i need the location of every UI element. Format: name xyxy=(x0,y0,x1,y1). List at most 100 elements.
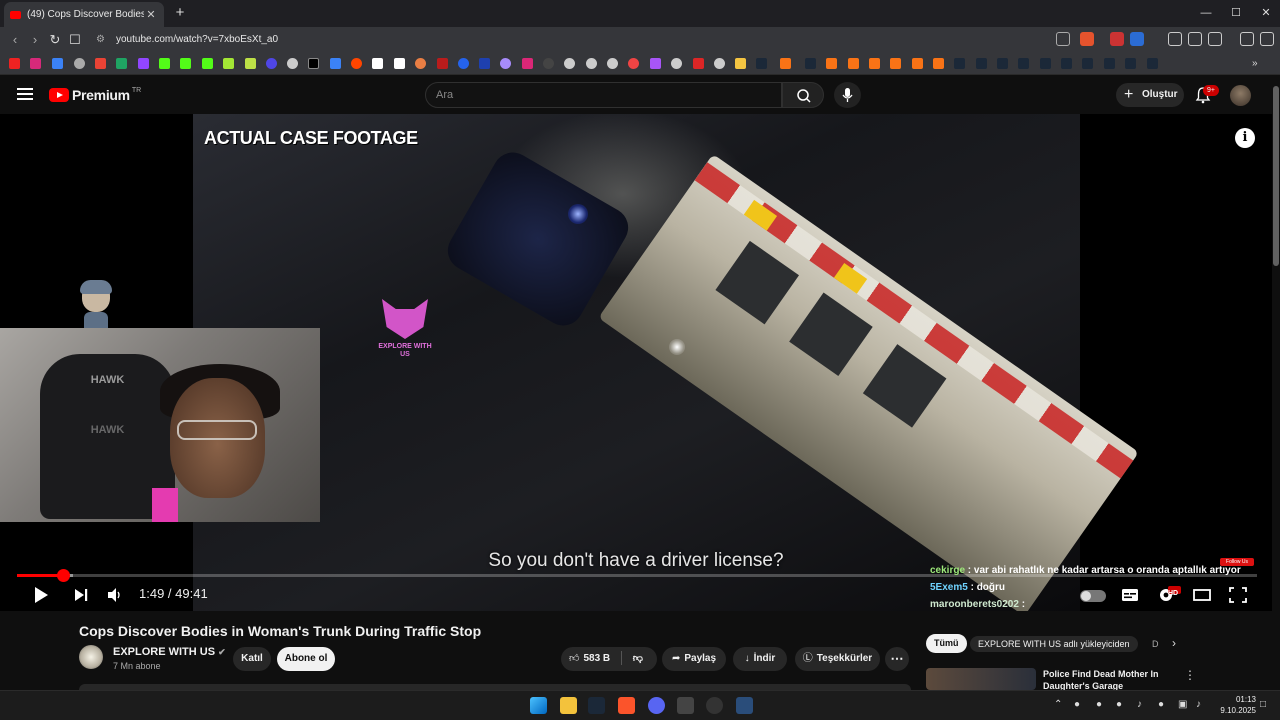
bookmark-steam-icon[interactable] xyxy=(1040,58,1051,69)
subscribe-button[interactable]: Abone ol xyxy=(277,647,335,671)
bookmark-icon[interactable] xyxy=(714,58,725,69)
forward-icon[interactable]: › xyxy=(26,31,44,49)
chat-username[interactable]: cekirge xyxy=(930,565,965,576)
bookmark-steam-icon[interactable] xyxy=(976,58,987,69)
bookmark-icon[interactable] xyxy=(848,58,859,69)
tray-icon[interactable]: ● xyxy=(1096,699,1102,710)
bookmark-folder-icon[interactable] xyxy=(735,58,746,69)
play-icon[interactable] xyxy=(32,584,50,606)
thanks-button[interactable]: Ⓛ Teşekkürler xyxy=(795,647,880,671)
brave-browser-icon[interactable] xyxy=(618,697,635,714)
bookmark-icon[interactable] xyxy=(74,58,85,69)
bookmark-icon[interactable] xyxy=(372,58,383,69)
bookmark-icon[interactable] xyxy=(780,58,791,69)
media-icon[interactable] xyxy=(1240,32,1254,46)
maximize-button[interactable]: ☐ xyxy=(1226,4,1246,22)
share-button[interactable]: ➦ Paylaş xyxy=(662,647,726,671)
search-input[interactable]: Ara xyxy=(425,82,782,108)
recommended-video-thumbnail[interactable] xyxy=(926,668,1036,690)
bookmark-steam-icon[interactable] xyxy=(954,58,965,69)
bookmark-icon[interactable] xyxy=(564,58,575,69)
address-bar[interactable]: ⚙ youtube.com/watch?v=7xboEsXt_a0 xyxy=(92,30,1092,50)
window-close-button[interactable]: ✕ xyxy=(1256,4,1276,22)
bookmark-reddit-icon[interactable] xyxy=(351,58,362,69)
bookmark-icon[interactable] xyxy=(933,58,944,69)
new-tab-button[interactable]: + xyxy=(171,4,189,22)
search-button[interactable] xyxy=(782,82,824,108)
bookmark-icon[interactable] xyxy=(543,58,554,69)
microphone-tray-icon[interactable]: ● xyxy=(1158,699,1164,710)
bookmark-steam-icon[interactable] xyxy=(997,58,1008,69)
cast-icon[interactable] xyxy=(1056,32,1070,46)
autoplay-toggle[interactable] xyxy=(1080,590,1106,602)
extension-icon[interactable] xyxy=(1110,32,1124,46)
bookmark-icon[interactable] xyxy=(266,58,277,69)
youtube-premium-logo[interactable]: Premium TR xyxy=(49,87,141,103)
extension-icon[interactable] xyxy=(1168,32,1182,46)
menu-icon[interactable] xyxy=(1260,32,1274,46)
join-button[interactable]: Katıl xyxy=(233,647,271,671)
windows-start-icon[interactable] xyxy=(530,697,547,714)
video-player[interactable]: ACTUAL CASE FOOTAGE i EXPLORE WITH US HA… xyxy=(0,114,1272,611)
volume-icon[interactable] xyxy=(106,584,124,606)
app-icon[interactable] xyxy=(736,697,753,714)
bookmark-icon[interactable] xyxy=(458,58,469,69)
info-icon[interactable]: i xyxy=(1235,128,1255,148)
bookmark-steam-icon[interactable] xyxy=(1125,58,1136,69)
bookmark-kick-icon[interactable] xyxy=(180,58,191,69)
download-button[interactable]: ↓ İndir xyxy=(733,647,787,671)
brave-shields-icon[interactable] xyxy=(1080,32,1094,46)
bookmark-icon[interactable] xyxy=(522,58,533,69)
dislike-button[interactable]: 👎︎ xyxy=(633,653,643,664)
bookmark-icon[interactable] xyxy=(671,58,682,69)
discord-icon[interactable] xyxy=(648,697,665,714)
chip-all[interactable]: Tümü xyxy=(926,634,967,653)
bookmark-icon[interactable] xyxy=(607,58,618,69)
extension-icon[interactable] xyxy=(1130,32,1144,46)
bookmark-icon[interactable] xyxy=(890,58,901,69)
subtitles-icon[interactable] xyxy=(1120,584,1140,606)
chat-username[interactable]: maroonberets0202 xyxy=(930,599,1019,610)
chips-next-icon[interactable]: › xyxy=(1172,636,1176,650)
network-tray-icon[interactable]: ▣ xyxy=(1178,699,1187,710)
scrollbar-thumb[interactable] xyxy=(1273,86,1279,266)
browser-tab-active[interactable]: (49) Cops Discover Bodies in Wo ✕ xyxy=(4,2,164,27)
bookmark-icon[interactable] xyxy=(869,58,880,69)
site-settings-icon[interactable]: ⚙ xyxy=(96,34,108,46)
app-icon[interactable] xyxy=(706,697,723,714)
recommended-video-menu-icon[interactable]: ⋮ xyxy=(1184,668,1196,682)
bookmark-drive-icon[interactable] xyxy=(116,58,127,69)
scrubber-handle[interactable] xyxy=(56,569,70,582)
bookmark-twitch-icon[interactable] xyxy=(138,58,149,69)
steam-icon[interactable] xyxy=(588,697,605,714)
recommended-video-title[interactable]: Police Find Dead Mother In Daughter's Ga… xyxy=(1043,668,1183,692)
bookmark-icon[interactable] xyxy=(330,58,341,69)
chat-username[interactable]: 5Exem5 xyxy=(930,582,968,593)
bookmark-icon[interactable] xyxy=(437,58,448,69)
bookmark-kick-icon[interactable] xyxy=(202,58,213,69)
bookmark-icon[interactable] xyxy=(650,58,661,69)
next-video-icon[interactable] xyxy=(72,584,90,606)
volume-tray-icon[interactable]: ♪ xyxy=(1137,699,1142,710)
tab-close-icon[interactable]: ✕ xyxy=(144,8,158,21)
bookmarks-overflow-icon[interactable]: » xyxy=(1252,58,1263,69)
bookmark-icon[interactable] xyxy=(912,58,923,69)
taskbar-clock[interactable]: 01:13 9.10.2025 xyxy=(1212,694,1256,716)
speaker-tray-icon[interactable]: ♪ xyxy=(1196,699,1201,710)
tray-steam-icon[interactable]: ● xyxy=(1116,699,1122,710)
notification-center-icon[interactable]: □ xyxy=(1260,699,1266,710)
bookmark-amazon-icon[interactable] xyxy=(394,58,405,69)
bookmark-icon[interactable] xyxy=(223,58,234,69)
bookmark-icon[interactable] xyxy=(826,58,837,69)
reload-icon[interactable]: ↻ xyxy=(46,31,64,49)
bookmark-steam-icon[interactable] xyxy=(1061,58,1072,69)
bookmark-icon[interactable]: ☐ xyxy=(66,31,84,49)
bookmark-icon[interactable] xyxy=(500,58,511,69)
app-icon[interactable] xyxy=(677,697,694,714)
tray-overflow-icon[interactable]: ⌃ xyxy=(1054,699,1062,710)
bookmark-steam-icon[interactable] xyxy=(1082,58,1093,69)
fullscreen-icon[interactable] xyxy=(1228,584,1248,606)
file-explorer-icon[interactable] xyxy=(560,697,577,714)
theater-mode-icon[interactable] xyxy=(1192,584,1212,606)
bookmark-steam-icon[interactable] xyxy=(756,58,767,69)
